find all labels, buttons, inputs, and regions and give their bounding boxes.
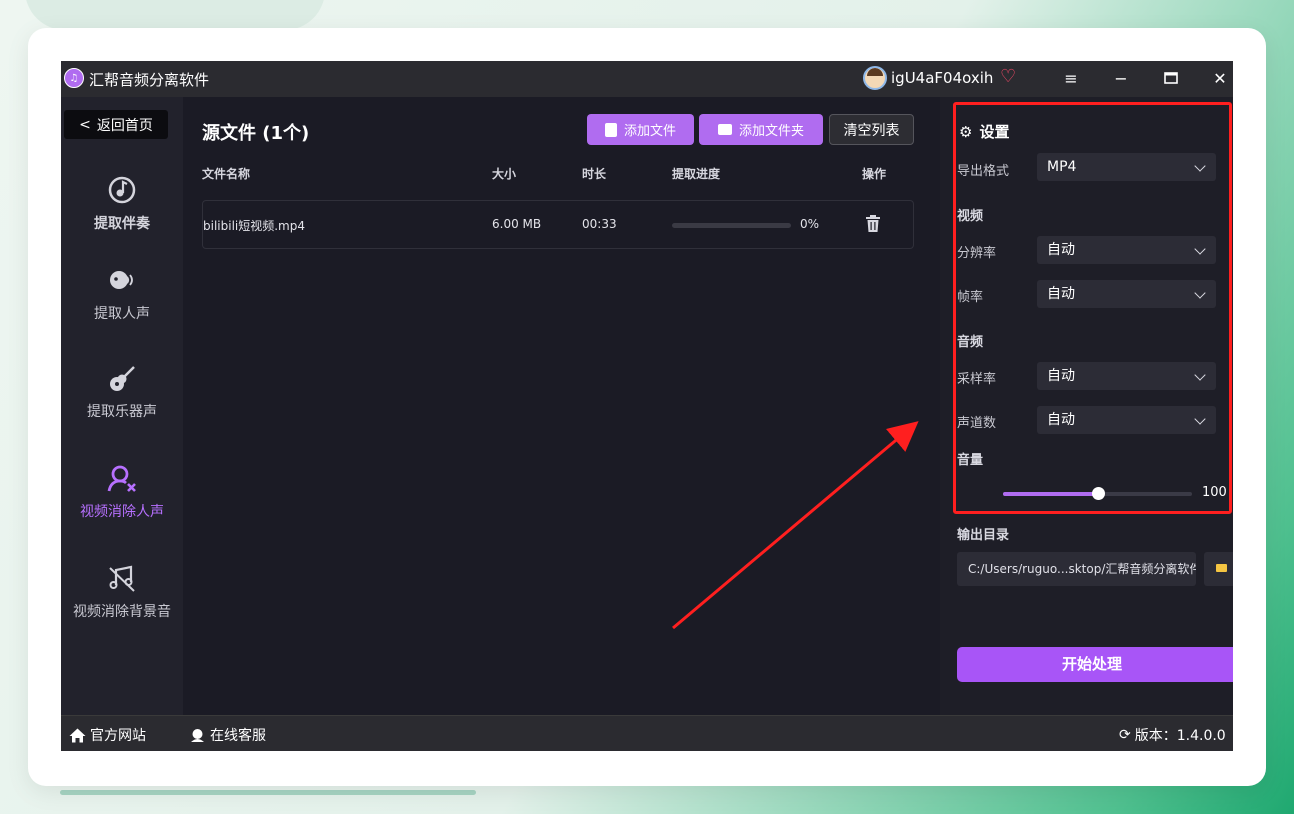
- resolution-value: 自动: [1047, 242, 1075, 258]
- chevron-down-icon: [1194, 243, 1206, 255]
- format-label: 导出格式: [957, 164, 1010, 179]
- back-home-button[interactable]: < 返回首页: [64, 110, 168, 139]
- volume-value: 100: [1202, 485, 1227, 500]
- start-processing-button[interactable]: 开始处理: [957, 647, 1233, 682]
- refresh-icon: ⟳: [1119, 727, 1131, 743]
- vip-heart-icon[interactable]: ♡: [1000, 66, 1016, 87]
- video-group-label: 视频: [957, 209, 984, 224]
- app-logo-icon: ♫: [64, 68, 84, 88]
- app-window: ♫ 汇帮音频分离软件 igU4aF04oxih ♡ ≡ − ✕ < 返回首页 提…: [61, 61, 1233, 751]
- add-file-label: 添加文件: [623, 124, 676, 139]
- progress-percent: 0%: [800, 217, 820, 231]
- clear-list-button[interactable]: 清空列表: [829, 114, 914, 145]
- sidebar-item-extract-accompaniment[interactable]: 提取伴奏: [61, 173, 183, 233]
- version-label: 版本：1.4.0.0: [1134, 728, 1226, 744]
- gear-icon: ⚙: [959, 122, 973, 141]
- app-title: 汇帮音频分离软件: [89, 71, 210, 89]
- minimize-icon[interactable]: −: [1109, 67, 1133, 91]
- username[interactable]: igU4aF04oxih: [891, 69, 993, 87]
- voice-head-icon: [110, 271, 133, 289]
- chevron-down-icon: [1194, 413, 1206, 425]
- file-add-icon: [604, 122, 617, 137]
- framerate-value: 自动: [1047, 286, 1075, 302]
- version-info[interactable]: ⟳ 版本：1.4.0.0: [1119, 725, 1226, 745]
- website-link[interactable]: 官方网站: [69, 725, 146, 745]
- sidebar-item-label: 提取伴奏: [94, 216, 150, 232]
- sidebar-item-extract-vocals[interactable]: 提取人声: [61, 263, 183, 323]
- guitar-icon: [110, 366, 135, 391]
- chevron-down-icon: [1194, 369, 1206, 381]
- sidebar-item-label: 视频消除人声: [80, 504, 164, 520]
- volume-slider-thumb[interactable]: [1091, 487, 1105, 500]
- close-icon[interactable]: ✕: [1208, 67, 1232, 91]
- chevron-down-icon: [1194, 287, 1206, 299]
- chevron-left-icon: <: [79, 116, 91, 133]
- support-link[interactable]: 在线客服: [189, 725, 266, 745]
- column-header-duration: 时长: [582, 167, 607, 181]
- add-folder-label: 添加文件夹: [738, 124, 804, 139]
- maximize-icon[interactable]: [1159, 67, 1183, 91]
- website-label: 官方网站: [90, 728, 146, 744]
- sidebar: < 返回首页 提取伴奏 提取人声 提取乐器声 视频消除人声 视频消除背景音: [61, 97, 183, 715]
- framerate-select[interactable]: 自动: [1037, 280, 1216, 308]
- folder-add-icon: [717, 124, 732, 135]
- sidebar-item-video-remove-vocals[interactable]: 视频消除人声: [61, 461, 183, 521]
- samplerate-value: 自动: [1047, 368, 1075, 384]
- headset-icon: [191, 729, 204, 742]
- background-underline: [60, 790, 476, 795]
- file-size: 6.00 MB: [492, 217, 542, 231]
- channels-value: 自动: [1047, 412, 1075, 428]
- status-bar: 官方网站 在线客服 ⟳ 版本：1.4.0.0: [61, 715, 1233, 751]
- person-remove-icon: [107, 465, 136, 492]
- settings-title: ⚙ 设置: [959, 121, 1009, 142]
- samplerate-select[interactable]: 自动: [1037, 362, 1216, 390]
- back-home-label: 返回首页: [96, 117, 153, 134]
- title-bar: ♫ 汇帮音频分离软件 igU4aF04oxih ♡ ≡ − ✕: [61, 61, 1233, 97]
- music-off-icon: [109, 565, 135, 592]
- chevron-down-icon: [1194, 160, 1206, 172]
- volume-slider[interactable]: [1003, 487, 1192, 500]
- source-files-title: 源文件 (1个): [202, 123, 310, 144]
- sidebar-item-video-remove-background[interactable]: 视频消除背景音: [61, 561, 183, 621]
- samplerate-label: 采样率: [957, 372, 997, 387]
- file-duration: 00:33: [582, 217, 617, 231]
- output-dir-label: 输出目录: [957, 528, 1010, 543]
- volume-label: 音量: [957, 453, 984, 468]
- table-row: bilibili短视频.mp4 6.00 MB 00:33 0%: [202, 200, 914, 249]
- resolution-select[interactable]: 自动: [1037, 236, 1216, 264]
- volume-slider-fill: [1003, 492, 1098, 496]
- settings-title-label: 设置: [979, 123, 1010, 141]
- resolution-label: 分辨率: [957, 246, 997, 261]
- add-folder-button[interactable]: 添加文件夹: [699, 114, 823, 145]
- sidebar-item-label: 提取乐器声: [87, 404, 157, 420]
- menu-icon[interactable]: ≡: [1059, 67, 1083, 91]
- column-header-size: 大小: [492, 167, 517, 181]
- format-select[interactable]: MP4: [1037, 153, 1216, 181]
- sidebar-item-extract-instrument[interactable]: 提取乐器声: [61, 361, 183, 421]
- output-dir-field[interactable]: C:/Users/ruguo...sktop/汇帮音频分离软件: [957, 552, 1196, 586]
- file-name: bilibili短视频.mp4: [203, 219, 305, 233]
- browse-folder-button[interactable]: [1204, 552, 1233, 586]
- trash-icon[interactable]: [865, 215, 881, 233]
- format-value: MP4: [1047, 159, 1077, 175]
- music-note-disc-icon: [108, 176, 136, 204]
- column-header-progress: 提取进度: [672, 167, 721, 181]
- home-icon: [69, 728, 86, 742]
- progress-bar: [672, 223, 791, 228]
- settings-panel: ⚙ 设置 导出格式 MP4 视频 分辨率 自动 帧率 自动 音频 采样率 自动 …: [940, 97, 1233, 715]
- channels-label: 声道数: [957, 416, 997, 431]
- sidebar-item-label: 视频消除背景音: [73, 604, 171, 620]
- background-blob: [25, 0, 325, 30]
- audio-group-label: 音频: [957, 335, 984, 350]
- file-list-panel: 源文件 (1个) 添加文件 添加文件夹 清空列表 文件名称 大小 时长 提取进度…: [183, 97, 940, 715]
- add-file-button[interactable]: 添加文件: [587, 114, 694, 145]
- framerate-label: 帧率: [957, 290, 984, 305]
- user-avatar[interactable]: [863, 66, 887, 90]
- folder-icon: [1216, 564, 1227, 572]
- sidebar-item-label: 提取人声: [94, 306, 150, 322]
- support-label: 在线客服: [210, 728, 266, 744]
- channels-select[interactable]: 自动: [1037, 406, 1216, 434]
- column-header-actions: 操作: [862, 167, 887, 181]
- column-header-name: 文件名称: [202, 167, 251, 181]
